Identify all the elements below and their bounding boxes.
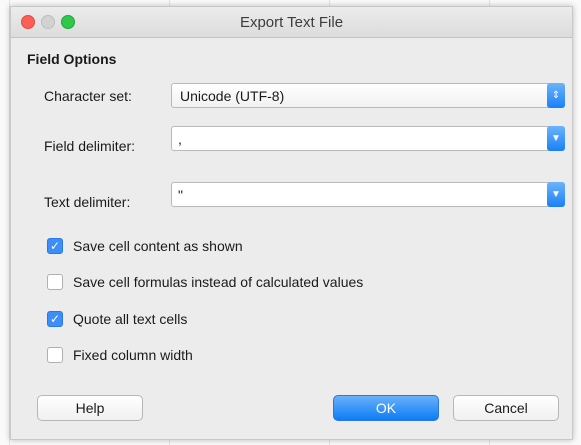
- charset-value: Unicode (UTF-8): [180, 88, 285, 104]
- checkmark-icon[interactable]: ✓: [47, 238, 63, 254]
- field-delimiter-value: ,: [178, 131, 182, 147]
- window-title: Export Text File: [239, 14, 344, 31]
- option-label: Save cell content as shown: [73, 238, 243, 254]
- option-label: Quote all text cells: [73, 311, 188, 327]
- checkmark-icon[interactable]: ✓: [47, 311, 63, 327]
- field-options-heading: Field Options: [27, 51, 117, 67]
- checkbox[interactable]: [47, 347, 63, 363]
- charset-label: Character set:: [44, 88, 132, 104]
- option-label: Save cell formulas instead of calculated…: [73, 274, 364, 290]
- field-delimiter-label: Field delimiter:: [44, 138, 136, 154]
- text-delimiter-combobox[interactable]: " ▼: [171, 182, 565, 207]
- charset-select[interactable]: Unicode (UTF-8) ⇕: [171, 83, 565, 108]
- chevron-updown-icon[interactable]: ⇕: [547, 83, 565, 108]
- option-label: Fixed column width: [73, 347, 193, 363]
- ok-button[interactable]: OK: [333, 395, 439, 421]
- chevron-down-icon[interactable]: ▼: [547, 126, 565, 151]
- titlebar: Export Text File: [11, 7, 572, 38]
- export-text-file-dialog: Export Text File Field Options Character…: [10, 6, 573, 440]
- text-delimiter-value: ": [178, 187, 183, 203]
- field-delimiter-combobox[interactable]: , ▼: [171, 126, 565, 151]
- checkbox[interactable]: [47, 274, 63, 290]
- text-delimiter-label: Text delimiter:: [44, 194, 131, 210]
- chevron-down-icon[interactable]: ▼: [547, 182, 565, 207]
- cancel-button[interactable]: Cancel: [453, 395, 559, 421]
- help-button[interactable]: Help: [37, 395, 143, 421]
